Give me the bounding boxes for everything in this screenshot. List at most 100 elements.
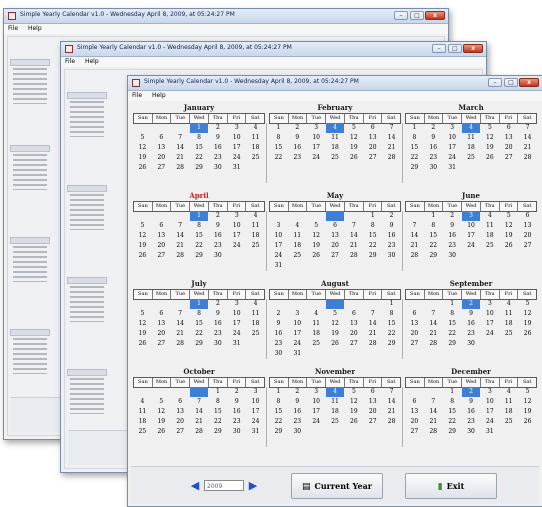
day-cell[interactable]: 14 [405,231,424,241]
day-cell[interactable]: 31 [480,427,499,437]
day-cell[interactable]: 3 [307,123,326,133]
menu-file[interactable]: File [8,24,18,34]
day-cell[interactable]: 10 [246,397,265,407]
day-cell[interactable]: 28 [405,251,424,261]
day-cell[interactable]: 19 [518,407,537,417]
day-cell[interactable]: 13 [326,231,345,241]
day-cell[interactable]: 21 [171,329,190,339]
day-cell[interactable]: 27 [363,153,382,163]
day-cell[interactable]: 30 [462,339,481,349]
day-cell[interactable]: 8 [190,221,209,231]
day-cell[interactable]: 8 [269,133,288,143]
day-cell[interactable]: 20 [152,241,171,251]
day-cell[interactable]: 22 [269,417,288,427]
day-cell[interactable]: 8 [190,133,209,143]
day-cell[interactable]: 4 [307,309,326,319]
day-cell[interactable]: 11 [307,319,326,329]
day-cell[interactable]: 3 [246,387,265,397]
day-cell[interactable]: 14 [363,319,382,329]
day-cell[interactable]: 22 [363,241,382,251]
day-cell[interactable]: 8 [443,397,462,407]
day-cell[interactable]: 10 [307,397,326,407]
day-cell[interactable]: 26 [307,251,326,261]
day-cell[interactable]: 18 [246,319,265,329]
day-cell[interactable]: 3 [269,221,288,231]
day-cell[interactable]: 1 [363,211,382,221]
day-cell[interactable]: 25 [499,329,518,339]
day-cell[interactable]: 21 [171,153,190,163]
day-cell[interactable]: 24 [227,329,246,339]
day-cell[interactable]: 29 [208,427,227,437]
day-cell[interactable]: 15 [269,407,288,417]
day-cell[interactable]: 19 [344,407,363,417]
day-cell[interactable]: 17 [480,319,499,329]
day-cell[interactable]: 18 [307,329,326,339]
close-button[interactable]: x [463,44,483,53]
day-cell[interactable]: 14 [382,397,401,407]
day-cell[interactable]: 3 [307,387,326,397]
day-cell[interactable]: 9 [443,221,462,231]
day-cell[interactable]: 1 [269,123,288,133]
title-bar[interactable]: Simple Yearly Calendar v1.0 - Wednesday … [4,9,448,24]
day-cell[interactable]: 3 [443,123,462,133]
day-cell[interactable]: 14 [382,133,401,143]
day-cell[interactable]: 27 [171,427,190,437]
maximize-button[interactable]: □ [410,11,424,20]
day-cell[interactable]: 26 [133,163,152,173]
day-cell[interactable]: 5 [133,133,152,143]
day-cell[interactable]: 4 [461,123,481,133]
day-cell[interactable]: 7 [405,221,424,231]
day-cell[interactable]: 15 [190,231,209,241]
day-cell[interactable]: 23 [208,329,227,339]
day-cell[interactable]: 7 [171,309,190,319]
day-cell[interactable]: 14 [171,143,190,153]
menu-help[interactable]: Help [28,24,42,34]
day-cell[interactable]: 27 [152,251,171,261]
day-cell[interactable]: 23 [424,153,443,163]
day-cell[interactable]: 29 [190,339,209,349]
day-cell[interactable]: 20 [405,417,424,427]
day-cell[interactable]: 19 [133,241,152,251]
day-cell[interactable]: 23 [443,241,462,251]
day-cell[interactable]: 4 [246,299,265,309]
day-cell[interactable]: 8 [443,309,462,319]
day-cell[interactable]: 11 [499,309,518,319]
day-cell[interactable]: 16 [208,319,227,329]
day-cell[interactable]: 12 [133,319,152,329]
day-cell[interactable]: 30 [424,163,443,173]
day-cell[interactable]: 27 [344,339,363,349]
day-cell[interactable]: 12 [133,143,152,153]
day-cell[interactable]: 20 [171,417,190,427]
day-cell[interactable]: 14 [518,133,537,143]
day-cell[interactable]: 28 [518,153,537,163]
day-cell[interactable]: 8 [208,397,227,407]
day-cell[interactable]: 5 [518,299,537,309]
day-cell[interactable]: 11 [480,221,499,231]
day-cell[interactable]: 11 [246,133,265,143]
day-cell[interactable]: 19 [326,329,345,339]
day-cell[interactable]: 23 [462,329,481,339]
day-cell[interactable]: 18 [133,417,152,427]
day-cell[interactable]: 3 [480,387,499,397]
day-cell[interactable]: 16 [424,143,443,153]
title-bar[interactable]: Simple Yearly Calendar v1.0 - Wednesday … [128,76,542,91]
day-cell[interactable]: 26 [133,251,152,261]
day-cell[interactable]: 6 [344,309,363,319]
day-cell[interactable]: 23 [227,417,246,427]
day-cell[interactable]: 4 [288,221,307,231]
menu-file[interactable]: File [65,57,75,67]
day-cell[interactable]: 3 [480,299,499,309]
day-cell[interactable]: 11 [288,231,307,241]
day-cell[interactable]: 16 [382,231,401,241]
minimize-button[interactable]: – [394,11,408,20]
day-cell[interactable]: 15 [363,231,382,241]
day-cell[interactable]: 5 [344,123,363,133]
day-cell[interactable]: 24 [462,241,481,251]
day-cell[interactable]: 9 [208,221,227,231]
day-cell[interactable]: 13 [363,133,382,143]
day-cell[interactable]: 6 [363,123,382,133]
day-cell[interactable]: 19 [133,329,152,339]
day-cell[interactable]: 31 [288,349,307,359]
day-cell[interactable]: 25 [288,251,307,261]
day-cell[interactable]: 6 [518,211,537,221]
